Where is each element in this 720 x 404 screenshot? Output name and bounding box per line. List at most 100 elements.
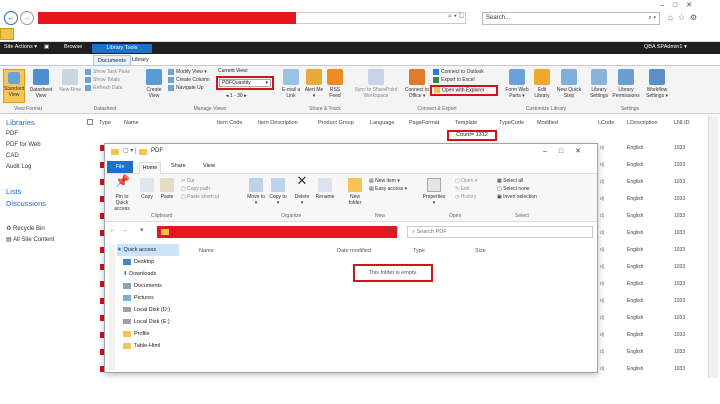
- copy-path-button[interactable]: ▢ Copy path: [181, 185, 219, 193]
- address-bar[interactable]: [296, 12, 466, 24]
- paste-button[interactable]: Paste: [159, 178, 175, 200]
- nav-item-pdf[interactable]: PDF: [6, 131, 18, 137]
- sidebar-item-desktop[interactable]: Desktop: [117, 256, 179, 268]
- col-item-description[interactable]: Item Description: [258, 120, 298, 126]
- sidebar-item-downloads[interactable]: ⬇ Downloads: [117, 268, 179, 280]
- lists-heading[interactable]: Lists: [6, 187, 21, 196]
- nav-item-cad[interactable]: CAD: [6, 153, 19, 159]
- select-all-checkbox[interactable]: [87, 119, 93, 125]
- show-totals[interactable]: Show Totals: [85, 76, 130, 84]
- folder-up-icon[interactable]: ▣: [44, 44, 49, 50]
- new-row-button[interactable]: New Row: [59, 69, 81, 93]
- connect-outlook[interactable]: Connect to Outlook: [433, 68, 484, 76]
- sidebar-item-local-disk-d[interactable]: Local Disk (D:): [117, 304, 179, 316]
- col-pageformat[interactable]: PageFormat: [409, 120, 439, 126]
- browse-tab[interactable]: Browse: [64, 44, 82, 50]
- invert-selection-button[interactable]: ▣ Invert selection: [497, 193, 537, 201]
- explorer-nav-arrows[interactable]: ←→ ▾ ↑: [109, 226, 164, 234]
- email-link-button[interactable]: E-mail a Link: [280, 69, 302, 99]
- site-actions-menu[interactable]: Site Actions ▾: [4, 44, 37, 50]
- delete-button[interactable]: ✕ Delete ▾: [293, 174, 311, 206]
- tab-share[interactable]: Share: [171, 163, 186, 169]
- tab-view[interactable]: View: [203, 163, 215, 169]
- sidebar-item-documents[interactable]: Documents: [117, 280, 179, 292]
- modify-view[interactable]: Modify View ▾: [168, 68, 210, 76]
- sidebar-item-pictures[interactable]: Pictures: [117, 292, 179, 304]
- sidebar-item-quick-access[interactable]: ★ Quick access: [117, 244, 179, 256]
- copy-button[interactable]: Copy: [139, 178, 155, 200]
- nav-item-audit-log[interactable]: Audit Log: [6, 164, 31, 170]
- back-arrow-icon[interactable]: ←: [4, 11, 18, 25]
- select-all-button[interactable]: ▦ Select all: [497, 177, 537, 185]
- new-item-button[interactable]: ▤ New item ▾: [369, 177, 407, 185]
- export-excel[interactable]: Export to Excel: [433, 76, 484, 84]
- pin-quick-access-button[interactable]: 📌 Pin to Quick access: [109, 175, 135, 212]
- open-button[interactable]: ▢ Open ▾: [455, 177, 477, 185]
- sidebar-item-table-html[interactable]: Table-Html: [117, 340, 179, 352]
- nav-item-pdf-for-web[interactable]: PDF for Web: [6, 142, 41, 148]
- explorer-search-input[interactable]: ⌕ Search PDF: [407, 226, 593, 238]
- col-item-code[interactable]: Item Code: [217, 120, 242, 126]
- sidebar-scrollbar[interactable]: [109, 244, 115, 370]
- all-site-content-link[interactable]: ▤ All Site Content: [6, 236, 54, 243]
- forward-arrow-icon[interactable]: →: [20, 11, 34, 25]
- sidebar-item-local-disk-e[interactable]: Local Disk (E:): [117, 316, 179, 328]
- refresh-icon[interactable]: ⌕ ▾ ↻: [448, 13, 465, 21]
- new-quick-step-button[interactable]: New Quick Step: [556, 69, 582, 99]
- current-view-select[interactable]: PDFQuantity ▾: [219, 79, 271, 87]
- easy-access-button[interactable]: ▤ Easy access ▾: [369, 185, 407, 193]
- workflow-settings-button[interactable]: Workflow Settings ▾: [642, 69, 672, 99]
- tab-home[interactable]: Home: [139, 162, 161, 174]
- sync-workspace-button[interactable]: Sync to SharePoint Workspace: [350, 69, 402, 99]
- create-column[interactable]: Create Column: [168, 76, 210, 84]
- create-view-button[interactable]: Create View: [143, 69, 165, 99]
- page-scrollbar[interactable]: [708, 116, 718, 378]
- user-menu[interactable]: QBA SPAdmin1 ▾: [644, 44, 687, 50]
- recycle-bin-link[interactable]: ♻ Recycle Bin: [6, 225, 45, 232]
- col-template[interactable]: Template: [455, 120, 477, 126]
- magnifier-icon[interactable]: ⌕ ▾: [648, 13, 659, 24]
- rename-button[interactable]: Rename: [315, 178, 335, 200]
- history-button[interactable]: ◷ History: [455, 193, 477, 201]
- tab-documents[interactable]: Documents: [93, 55, 131, 66]
- edit-button[interactable]: ✎ Edit: [455, 185, 477, 193]
- col-ldescription[interactable]: LDescription: [627, 120, 658, 126]
- open-with-explorer-button[interactable]: Open with Explorer: [430, 85, 498, 96]
- show-task-pane[interactable]: Show Task Pane: [85, 68, 130, 76]
- col-typecode[interactable]: TypeCode: [499, 120, 524, 126]
- navigate-up[interactable]: Navigate Up: [168, 84, 210, 92]
- content-col-type[interactable]: Type: [413, 248, 425, 254]
- copy-to-button[interactable]: Copy to ▾: [269, 178, 287, 206]
- move-to-button[interactable]: Move to ▾: [247, 178, 265, 206]
- address-bar-redacted[interactable]: [38, 12, 296, 24]
- refresh-data[interactable]: Refresh Data: [85, 84, 130, 92]
- standard-view-button[interactable]: Standard View: [3, 69, 25, 103]
- connect-office-button[interactable]: Connect to Office ▾: [404, 69, 430, 99]
- rss-feed-button[interactable]: RSS Feed: [326, 69, 344, 99]
- col-product-group[interactable]: Product Group: [318, 120, 354, 126]
- browser-search-input[interactable]: Search... ⌕ ▾: [482, 12, 660, 25]
- paging-control[interactable]: ◂ 1 - 30 ▸: [226, 93, 247, 99]
- alert-me-button[interactable]: Alert Me ▾: [304, 69, 324, 99]
- properties-button[interactable]: Properties ▾: [421, 178, 447, 206]
- sidebar-item-profile[interactable]: Profile: [117, 328, 179, 340]
- explorer-refresh-icon[interactable]: ▾ ↻: [387, 226, 398, 234]
- content-col-date-modified[interactable]: Date modified: [337, 248, 371, 254]
- tab-file[interactable]: File: [107, 161, 133, 173]
- col-language[interactable]: Language: [370, 120, 394, 126]
- col-lnlid[interactable]: LNLID: [674, 120, 690, 126]
- edit-library-button[interactable]: Edit Library: [532, 69, 552, 99]
- libraries-heading[interactable]: Libraries: [6, 118, 35, 127]
- cut-button[interactable]: ✂ Cut: [181, 177, 219, 185]
- browser-toolbar-icons[interactable]: ⌂☆⚙: [668, 13, 702, 22]
- col-name[interactable]: Name: [124, 120, 139, 126]
- discussions-heading[interactable]: Discussions: [6, 199, 46, 208]
- new-folder-button[interactable]: New folder: [345, 178, 365, 206]
- paste-shortcut-button[interactable]: ▢ Paste shortcut: [181, 193, 219, 201]
- tab-library[interactable]: Library: [128, 55, 153, 66]
- datasheet-view-button[interactable]: Datasheet View: [29, 69, 53, 99]
- library-settings-button[interactable]: Library Settings: [588, 69, 610, 99]
- window-controls[interactable]: –□✕: [660, 1, 701, 9]
- quick-access-toolbar[interactable]: ▢ ▾ |: [123, 147, 137, 154]
- select-none-button[interactable]: ▢ Select none: [497, 185, 537, 193]
